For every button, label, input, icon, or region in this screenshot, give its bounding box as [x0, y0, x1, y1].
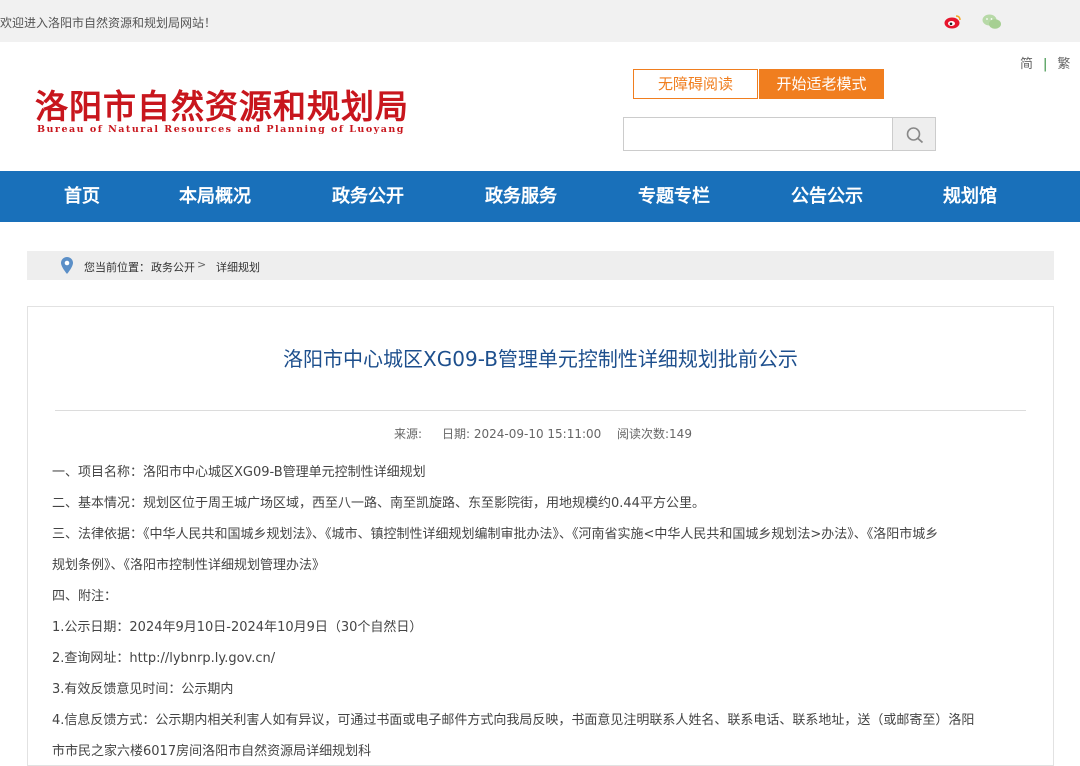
nav-item-announcements[interactable]: 公告公示 [791, 171, 863, 222]
welcome-text: 欢迎进入洛阳市自然资源和规划局网站！ [0, 16, 217, 30]
article-view-count: 阅读次数:149 [617, 427, 692, 441]
weibo-icon[interactable] [944, 14, 961, 29]
article-panel: 洛阳市中心城区XG09-B管理单元控制性详细规划批前公示 来源: 日期: 202… [27, 306, 1054, 766]
language-switch: 简 | 繁 [1020, 53, 1070, 72]
site-logo-subtitle: Bureau of Natural Resources and Planning… [37, 124, 405, 135]
article-paragraph: 2.查询网址：http://lybnrp.ly.gov.cn/ [52, 651, 276, 666]
search-button[interactable] [892, 117, 936, 151]
breadcrumb: 您当前位置： 政务公开 > 详细规划 [27, 251, 1054, 280]
search-icon [906, 127, 924, 144]
article-title: 洛阳市中心城区XG09-B管理单元控制性详细规划批前公示 [283, 347, 798, 371]
article-paragraph: 一、项目名称：洛阳市中心城区XG09-B管理单元控制性详细规划 [52, 465, 426, 480]
article-paragraph: 3.有效反馈意见时间：公示期内 [52, 682, 234, 697]
nav-item-about[interactable]: 本局概况 [179, 171, 251, 222]
article-paragraph: 1.公示日期：2024年9月10日-2024年10月9日（30个自然日） [52, 620, 423, 635]
accessibility-reading-button[interactable]: 无障碍阅读 [633, 69, 758, 99]
breadcrumb-separator: > [197, 258, 207, 271]
article-paragraph: 二、基本情况：规划区位于周王城广场区域，西至八一路、南至凯旋路、东至影院街，用地… [52, 496, 705, 511]
article-paragraph: 三、法律依据：《中华人民共和国城乡规划法》、《城市、镇控制性详细规划编制审批办法… [52, 527, 939, 542]
site-header: 洛阳市自然资源和规划局 Bureau of Natural Resources … [0, 42, 1080, 171]
article-paragraph: 四、附注： [52, 589, 118, 604]
article-paragraph: 4.信息反馈方式：公示期内相关利害人如有异议，可通过书面或电子邮件方式向我局反映… [52, 713, 975, 728]
elder-mode-button[interactable]: 开始适老模式 [759, 69, 884, 99]
language-separator: | [1043, 57, 1048, 72]
simplified-chinese-link[interactable]: 简 [1020, 57, 1033, 72]
breadcrumb-gov-affairs[interactable]: 政务公开 [151, 259, 195, 275]
top-bar: 欢迎进入洛阳市自然资源和规划局网站！ [0, 0, 1080, 42]
breadcrumb-detailed-planning[interactable]: 详细规划 [216, 259, 260, 275]
article-source: 来源: [394, 427, 423, 441]
location-pin-icon [61, 257, 73, 274]
main-nav: 首页 本局概况 政务公开 政务服务 专题专栏 公告公示 规划馆 [0, 171, 1080, 222]
site-logo-title[interactable]: 洛阳市自然资源和规划局 [35, 80, 409, 128]
nav-item-home[interactable]: 首页 [64, 171, 100, 222]
article-paragraph: 规划条例》、《洛阳市控制性详细规划管理办法》 [52, 558, 326, 573]
article-date: 日期: 2024-09-10 15:11:00 [442, 427, 602, 441]
nav-item-planning-hall[interactable]: 规划馆 [943, 171, 997, 222]
article-paragraph: 市市民之家六楼6017房间洛阳市自然资源局详细规划科 [52, 744, 372, 759]
breadcrumb-label: 您当前位置： [84, 261, 150, 274]
traditional-chinese-link[interactable]: 繁 [1057, 57, 1070, 72]
nav-item-gov-affairs[interactable]: 政务公开 [332, 171, 404, 222]
nav-item-special-topics[interactable]: 专题专栏 [638, 171, 710, 222]
search-input[interactable] [623, 117, 893, 151]
wechat-icon[interactable] [982, 13, 1002, 30]
nav-item-gov-services[interactable]: 政务服务 [485, 171, 557, 222]
title-divider [55, 410, 1026, 411]
